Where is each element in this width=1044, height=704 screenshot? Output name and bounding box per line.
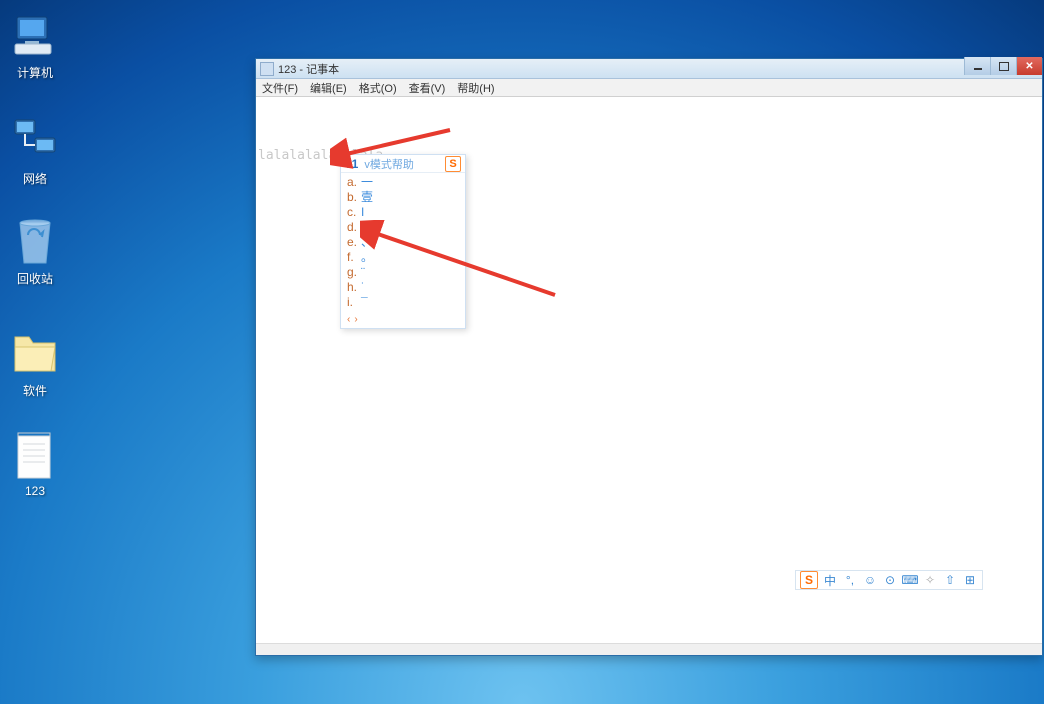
minimize-button[interactable] [964, 57, 990, 75]
recycle-bin-icon [11, 218, 59, 266]
ime-punct-toggle[interactable]: °, [842, 572, 858, 588]
desktop-icon-software[interactable]: 软件 [0, 330, 70, 399]
ime-emoji-button[interactable]: ☺ [862, 572, 878, 588]
sogou-logo-icon[interactable]: S [800, 571, 818, 589]
ime-prev-page[interactable]: ‹ [347, 314, 350, 325]
folder-icon [11, 330, 59, 378]
ime-input-text: v1 [345, 157, 358, 171]
close-button[interactable] [1016, 57, 1042, 75]
ime-next-page[interactable]: › [354, 314, 357, 325]
ime-mode-hint[interactable]: v模式帮助 [364, 156, 414, 172]
menu-help[interactable]: 帮助(H) [451, 80, 500, 96]
desktop-icon-network[interactable]: 网络 [0, 118, 70, 187]
horizontal-scrollbar[interactable] [256, 643, 1042, 655]
desktop-icon-label: 回收站 [17, 272, 53, 286]
ime-menu-button[interactable]: ⊞ [962, 572, 978, 588]
menu-edit[interactable]: 编辑(E) [304, 80, 353, 96]
ime-lang-toggle[interactable]: 中 [822, 572, 838, 588]
ime-candidate-window: v1 v模式帮助 S a.一 b.壹 c.I d.. e.、 f.。 g.¨ h… [340, 154, 466, 329]
ime-candidate[interactable]: i.¯ [347, 295, 459, 310]
desktop-icon-label: 软件 [23, 384, 47, 398]
menu-view[interactable]: 查看(V) [403, 80, 452, 96]
ime-header: v1 v模式帮助 S [341, 155, 465, 173]
desktop-icon-computer[interactable]: 计算机 [0, 12, 70, 81]
window-title: 123 - 记事本 [278, 61, 339, 77]
desktop-icon-file-123[interactable]: 123 [0, 432, 70, 498]
notepad-app-icon [260, 62, 274, 76]
ime-pager: ‹ › [341, 314, 465, 328]
sogou-logo-icon: S [445, 156, 461, 172]
ime-skin-button[interactable]: ✧ [922, 572, 938, 588]
desktop-icon-label: 网络 [23, 172, 47, 186]
ime-voice-button[interactable]: ⊙ [882, 572, 898, 588]
menu-file[interactable]: 文件(F) [256, 80, 304, 96]
title-bar[interactable]: 123 - 记事本 [256, 59, 1042, 79]
ime-candidate[interactable]: g.¨ [347, 265, 459, 280]
menu-format[interactable]: 格式(O) [353, 80, 403, 96]
ime-candidate[interactable]: e.、 [347, 235, 459, 250]
ime-candidate[interactable]: f.。 [347, 250, 459, 265]
ime-caps-button[interactable]: ⇧ [942, 572, 958, 588]
ime-candidate[interactable]: b.壹 [347, 190, 459, 205]
ime-toolbar[interactable]: S 中 °, ☺ ⊙ ⌨ ✧ ⇧ ⊞ [795, 570, 983, 590]
notepad-window: 123 - 记事本 文件(F) 编辑(E) 格式(O) 查看(V) 帮助(H) … [255, 58, 1043, 656]
textfile-icon [11, 432, 59, 480]
desktop-icon-label: 123 [25, 484, 45, 498]
desktop-icon-recycle-bin[interactable]: 回收站 [0, 218, 70, 287]
ime-candidate[interactable]: d.. [347, 220, 459, 235]
ime-candidate-list: a.一 b.壹 c.I d.. e.、 f.。 g.¨ h.˙ i.¯ [341, 173, 465, 314]
menu-bar: 文件(F) 编辑(E) 格式(O) 查看(V) 帮助(H) [256, 79, 1042, 97]
ime-softkeyboard[interactable]: ⌨ [902, 572, 918, 588]
maximize-button[interactable] [990, 57, 1016, 75]
network-icon [11, 118, 59, 166]
computer-icon [11, 12, 59, 60]
ime-candidate[interactable]: a.一 [347, 175, 459, 190]
ime-candidate[interactable]: h.˙ [347, 280, 459, 295]
ime-candidate[interactable]: c.I [347, 205, 459, 220]
desktop-icon-label: 计算机 [17, 66, 53, 80]
